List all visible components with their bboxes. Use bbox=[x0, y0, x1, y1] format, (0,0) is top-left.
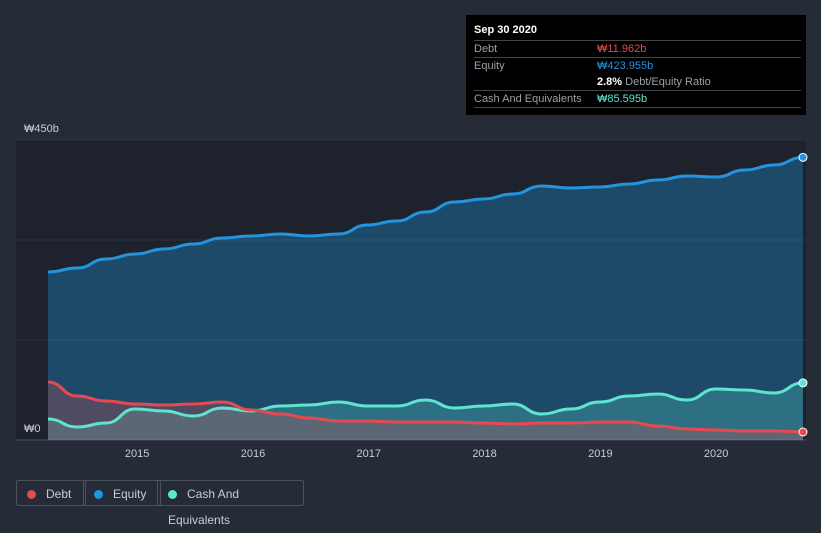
tooltip-debt-value: ₩11.962b bbox=[597, 43, 647, 55]
tooltip-equity-label: Equity bbox=[474, 60, 505, 72]
tooltip-ratio-label: Debt/Equity Ratio bbox=[625, 76, 711, 88]
tooltip-date: Sep 30 2020 bbox=[474, 24, 537, 36]
x-tick-2015: 2015 bbox=[125, 448, 149, 460]
x-tick-2016: 2016 bbox=[241, 448, 265, 460]
debt-dot-icon bbox=[27, 490, 36, 499]
tooltip-ratio-value: 2.8% bbox=[597, 76, 623, 88]
tooltip-cash-value: ₩85.595b bbox=[597, 93, 648, 105]
tooltip-cash-label: Cash And Equivalents bbox=[474, 93, 582, 105]
end-point-debt bbox=[798, 427, 808, 437]
tooltip: Sep 30 2020 Debt ₩11.962b Equity ₩423.955b… bbox=[466, 15, 806, 115]
y-tick-max: ₩450b bbox=[24, 123, 59, 135]
legend-equity-label: Equity bbox=[113, 487, 147, 501]
end-point-cash-and-equivalents bbox=[798, 378, 808, 388]
end-point-equity bbox=[798, 152, 808, 162]
y-tick-zero: ₩0 bbox=[24, 423, 41, 435]
legend-debt-label: Debt bbox=[46, 487, 72, 501]
cash-dot-icon bbox=[168, 490, 177, 499]
legend-cash-label: Cash And Equivalents bbox=[168, 487, 240, 527]
tooltip-debt-label: Debt bbox=[474, 43, 498, 55]
legend-cash[interactable]: Cash And Equivalents bbox=[157, 480, 304, 527]
equity-dot-icon bbox=[94, 490, 103, 499]
legend-equity[interactable]: Equity bbox=[83, 480, 162, 506]
x-tick-2018: 2018 bbox=[472, 448, 496, 460]
x-tick-2020: 2020 bbox=[704, 448, 728, 460]
x-tick-2019: 2019 bbox=[588, 448, 612, 460]
x-tick-2017: 2017 bbox=[357, 448, 381, 460]
legend-debt[interactable]: Debt bbox=[16, 480, 87, 506]
tooltip-equity-value: ₩423.955b bbox=[597, 60, 654, 72]
